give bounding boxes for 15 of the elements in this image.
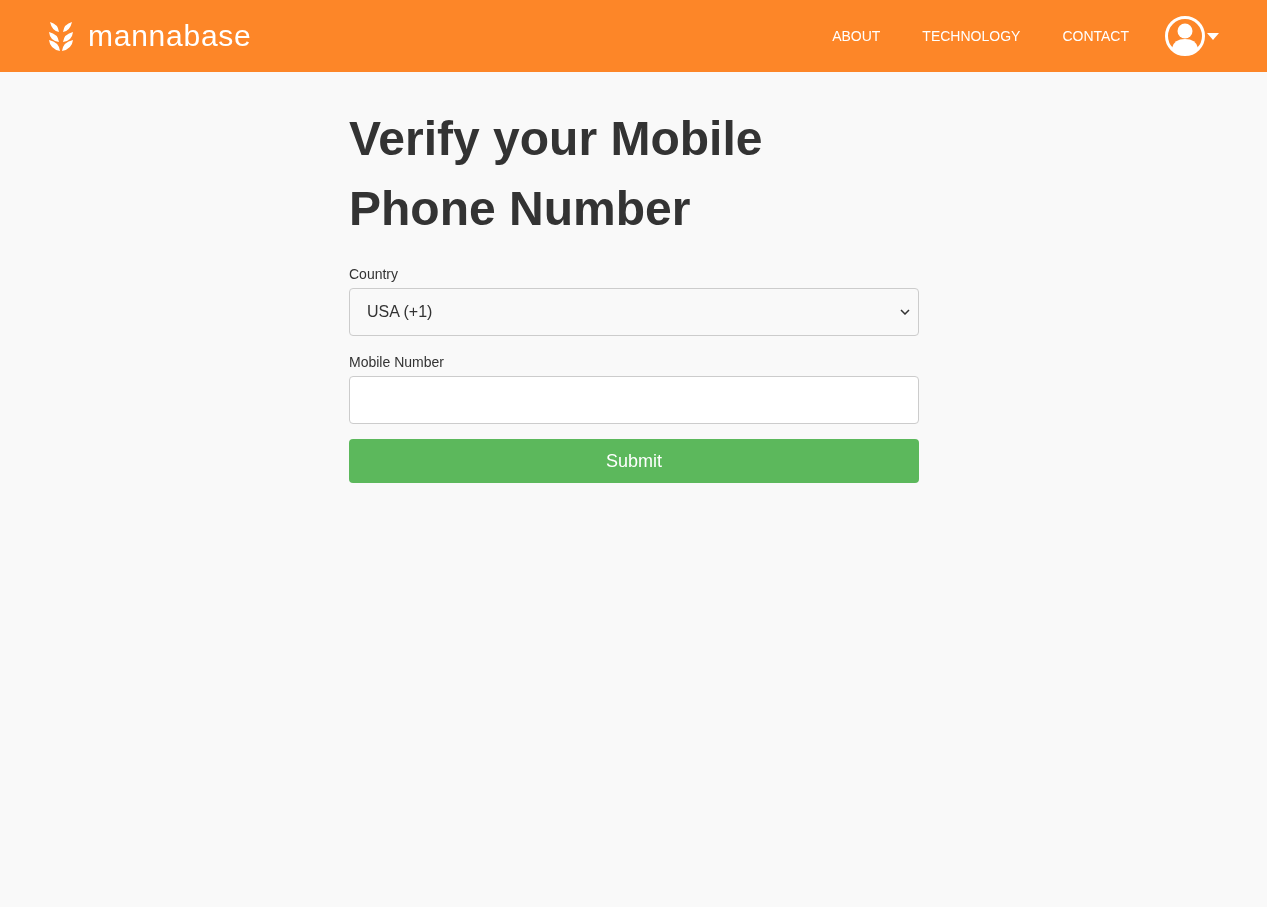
nav-link[interactable]: TECHNOLOGY	[922, 25, 1021, 47]
nav-link[interactable]: ABOUT	[832, 25, 881, 47]
country-label: Country	[349, 265, 399, 284]
mobile-number-label: Mobile Number	[349, 353, 444, 372]
caret-down-icon	[1207, 32, 1219, 40]
chevron-down-icon	[900, 309, 910, 315]
account-menu-button[interactable]	[1165, 16, 1219, 56]
wheat-logo-icon	[48, 20, 74, 52]
country-select[interactable]: USA (+1)	[349, 288, 919, 336]
logo-text[interactable]: mannabase	[88, 21, 252, 51]
submit-button[interactable]: Submit	[349, 439, 919, 483]
mobile-number-field[interactable]	[349, 376, 919, 424]
page-heading: Verify your Mobile Phone Number	[349, 111, 764, 237]
user-avatar-icon	[1165, 16, 1205, 56]
nav-link[interactable]: CONTACT	[1062, 25, 1129, 47]
